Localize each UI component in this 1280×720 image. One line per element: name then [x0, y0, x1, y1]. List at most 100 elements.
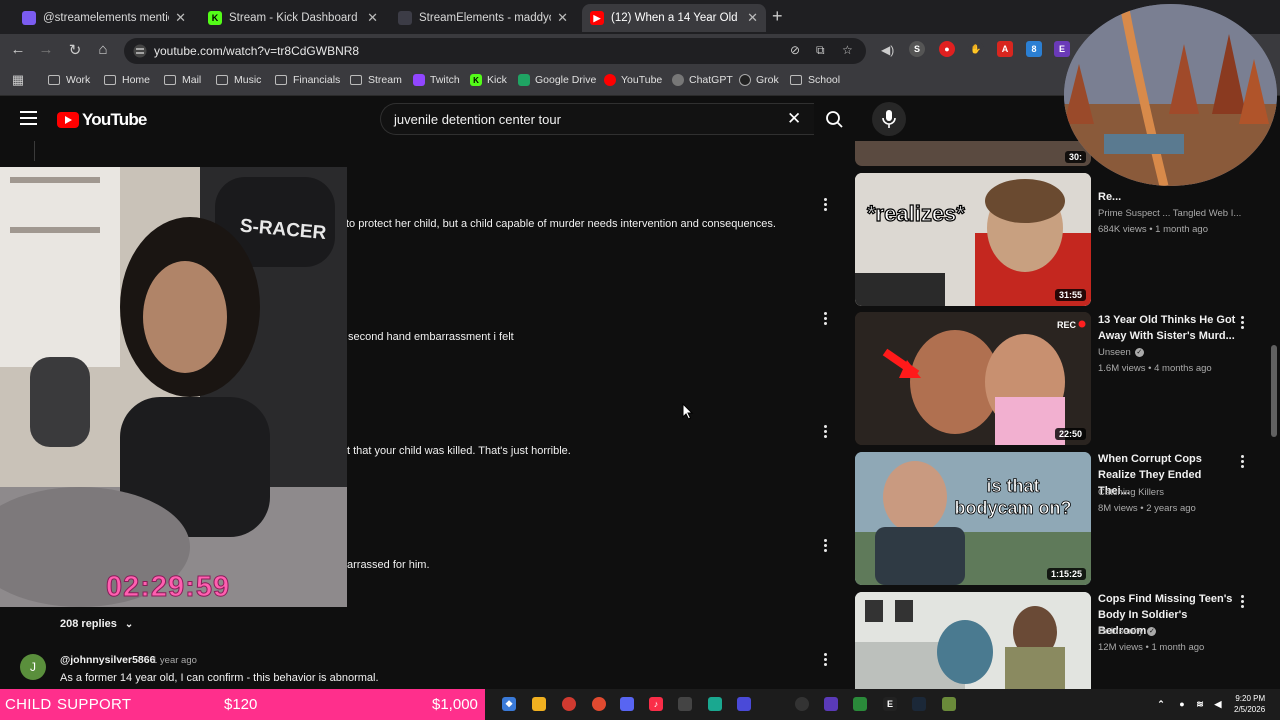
- menu-hamburger-icon[interactable]: [20, 111, 37, 125]
- volume-icon[interactable]: ◀: [1211, 697, 1225, 711]
- youtube-icon: [604, 74, 616, 86]
- bookmark-youtube[interactable]: YouTube: [604, 74, 662, 86]
- bookmark-folder-music[interactable]: Music: [216, 74, 261, 86]
- capcut-icon[interactable]: [678, 697, 692, 711]
- apps-grid-icon[interactable]: ▦: [8, 72, 28, 88]
- search-input[interactable]: juvenile detention center tour: [380, 103, 814, 135]
- app-icon[interactable]: [708, 697, 722, 711]
- bookmark-kick[interactable]: K Kick: [470, 74, 507, 86]
- bookmark-folder-home[interactable]: Home: [104, 74, 150, 86]
- close-tab-icon[interactable]: ✕: [367, 10, 378, 26]
- bookmark-folder-stream[interactable]: Stream: [350, 74, 402, 86]
- reload-icon[interactable]: ↻: [65, 41, 85, 59]
- steam-icon[interactable]: [912, 697, 926, 711]
- youtube-logo[interactable]: YouTube: [57, 110, 147, 130]
- media-muted-icon[interactable]: ⊘: [790, 43, 800, 57]
- obs-icon[interactable]: [795, 697, 809, 711]
- browser-tab-strip: @streamelements mention ✕ K Stream - Kic…: [0, 0, 1280, 34]
- video-thumbnail[interactable]: [855, 592, 1091, 689]
- comment-more-icon[interactable]: [824, 198, 828, 213]
- comment-more-icon[interactable]: [824, 539, 828, 554]
- search-button[interactable]: [814, 103, 854, 135]
- comment-more-icon[interactable]: [824, 653, 828, 668]
- discord-icon[interactable]: [620, 697, 634, 711]
- scrollbar-thumb[interactable]: [1271, 345, 1277, 437]
- system-clock[interactable]: 9:20 PM 2/5/2026: [1234, 693, 1265, 715]
- close-tab-icon[interactable]: ✕: [557, 10, 568, 26]
- search-icon: [826, 111, 843, 128]
- extension-e-icon[interactable]: E: [1054, 41, 1070, 57]
- bookmark-folder-mail[interactable]: Mail: [164, 74, 201, 86]
- bookmark-google-drive[interactable]: Google Drive: [518, 74, 596, 86]
- bookmark-label: ChatGPT: [689, 74, 733, 86]
- clear-search-icon[interactable]: ✕: [787, 109, 801, 129]
- bookmark-label: Twitch: [430, 74, 460, 86]
- microphone-icon[interactable]: ●: [1175, 697, 1189, 711]
- music-icon[interactable]: ♪: [649, 697, 663, 711]
- extension-puzzle-icon[interactable]: 8: [1026, 41, 1042, 57]
- verified-check-icon: ✓: [1134, 347, 1144, 357]
- app-icon[interactable]: [853, 697, 867, 711]
- channel-name[interactable]: Prime Suspect ... Tangled Web I...: [1098, 208, 1241, 219]
- chrome-alt-icon[interactable]: [592, 697, 606, 711]
- install-app-icon[interactable]: ⧉: [816, 43, 825, 58]
- comment-author[interactable]: @johnnysilver5866: [60, 654, 155, 666]
- video-more-icon[interactable]: [1241, 455, 1245, 470]
- close-tab-icon[interactable]: ✕: [747, 10, 758, 26]
- bookmark-folder-financials[interactable]: Financials: [275, 74, 340, 86]
- view-replies-button[interactable]: 208 replies ⌄: [60, 618, 133, 630]
- comment-more-icon[interactable]: [824, 425, 828, 440]
- channel-name[interactable]: Catching Killers: [1098, 487, 1164, 498]
- chrome-icon[interactable]: [562, 697, 576, 711]
- video-thumbnail[interactable]: *realizes* 31:55: [855, 173, 1091, 306]
- video-thumbnail[interactable]: REC 22:50: [855, 312, 1091, 445]
- extension-s-icon[interactable]: S: [909, 41, 925, 57]
- browser-tab-streamelements-mention[interactable]: @streamelements mention ✕: [14, 4, 194, 32]
- bookmark-grok[interactable]: Grok: [739, 74, 779, 86]
- extension-record-icon[interactable]: ●: [939, 41, 955, 57]
- wifi-icon[interactable]: ≋: [1193, 697, 1207, 711]
- comment-timestamp[interactable]: 1 year ago: [152, 655, 197, 666]
- new-tab-icon[interactable]: +: [772, 6, 783, 27]
- comment-more-icon[interactable]: [824, 312, 828, 327]
- app-icon[interactable]: [737, 697, 751, 711]
- home-icon[interactable]: ⌂: [93, 41, 113, 58]
- bookmark-star-icon[interactable]: ☆: [842, 43, 853, 57]
- bookmark-twitch[interactable]: Twitch: [413, 74, 460, 86]
- video-title[interactable]: Re...: [1098, 189, 1236, 205]
- tab-title: (12) When a 14 Year Old Killer T: [611, 12, 741, 24]
- comment-text: As a former 14 year old, I can confirm -…: [60, 672, 379, 684]
- browser-tab-youtube-active[interactable]: ▶ (12) When a 14 Year Old Killer T ✕: [582, 4, 766, 32]
- channel-name[interactable]: Unseen ✓: [1098, 347, 1144, 358]
- extension-pdf-icon[interactable]: A: [997, 41, 1013, 57]
- close-tab-icon[interactable]: ✕: [175, 10, 186, 26]
- tray-chevron-icon[interactable]: ⌃: [1154, 697, 1168, 711]
- start-icon[interactable]: ❖: [502, 697, 516, 711]
- file-explorer-icon[interactable]: [532, 697, 546, 711]
- avatar[interactable]: J: [20, 654, 46, 680]
- bookmark-chatgpt[interactable]: ChatGPT: [672, 74, 733, 86]
- folder-icon: [48, 75, 60, 85]
- app-icon[interactable]: [942, 697, 956, 711]
- video-meta: 8M views • 2 years ago: [1098, 503, 1196, 514]
- video-more-icon[interactable]: [1241, 316, 1245, 331]
- back-arrow-icon[interactable]: ←: [8, 41, 28, 58]
- speaker-icon[interactable]: ◀): [881, 43, 894, 57]
- channel-name[interactable]: Dr Insanity ✓: [1098, 626, 1157, 637]
- site-info-icon[interactable]: [133, 44, 147, 58]
- video-title[interactable]: 13 Year Old Thinks He Got Away With Sist…: [1098, 312, 1236, 344]
- video-thumbnail[interactable]: 30:: [855, 141, 1091, 166]
- bookmark-folder-work[interactable]: Work: [48, 74, 90, 86]
- video-more-icon[interactable]: [1241, 595, 1245, 610]
- browser-tab-streamelements[interactable]: StreamElements - maddycoles ✕: [390, 4, 576, 32]
- browser-tab-kick-dashboard[interactable]: K Stream - Kick Dashboard ✕: [200, 4, 386, 32]
- epic-games-icon[interactable]: E: [883, 697, 897, 711]
- video-thumbnail[interactable]: is that bodycam on? 1:15:25: [855, 452, 1091, 585]
- tab-title: @streamelements mention: [43, 12, 170, 24]
- app-icon[interactable]: [824, 697, 838, 711]
- extension-hand-icon[interactable]: ✋: [968, 41, 984, 57]
- forward-arrow-icon[interactable]: →: [36, 41, 56, 58]
- address-bar[interactable]: youtube.com/watch?v=tr8CdGWBNR8: [124, 38, 866, 64]
- voice-search-button[interactable]: [872, 102, 906, 136]
- bookmark-folder-school[interactable]: School: [790, 74, 840, 86]
